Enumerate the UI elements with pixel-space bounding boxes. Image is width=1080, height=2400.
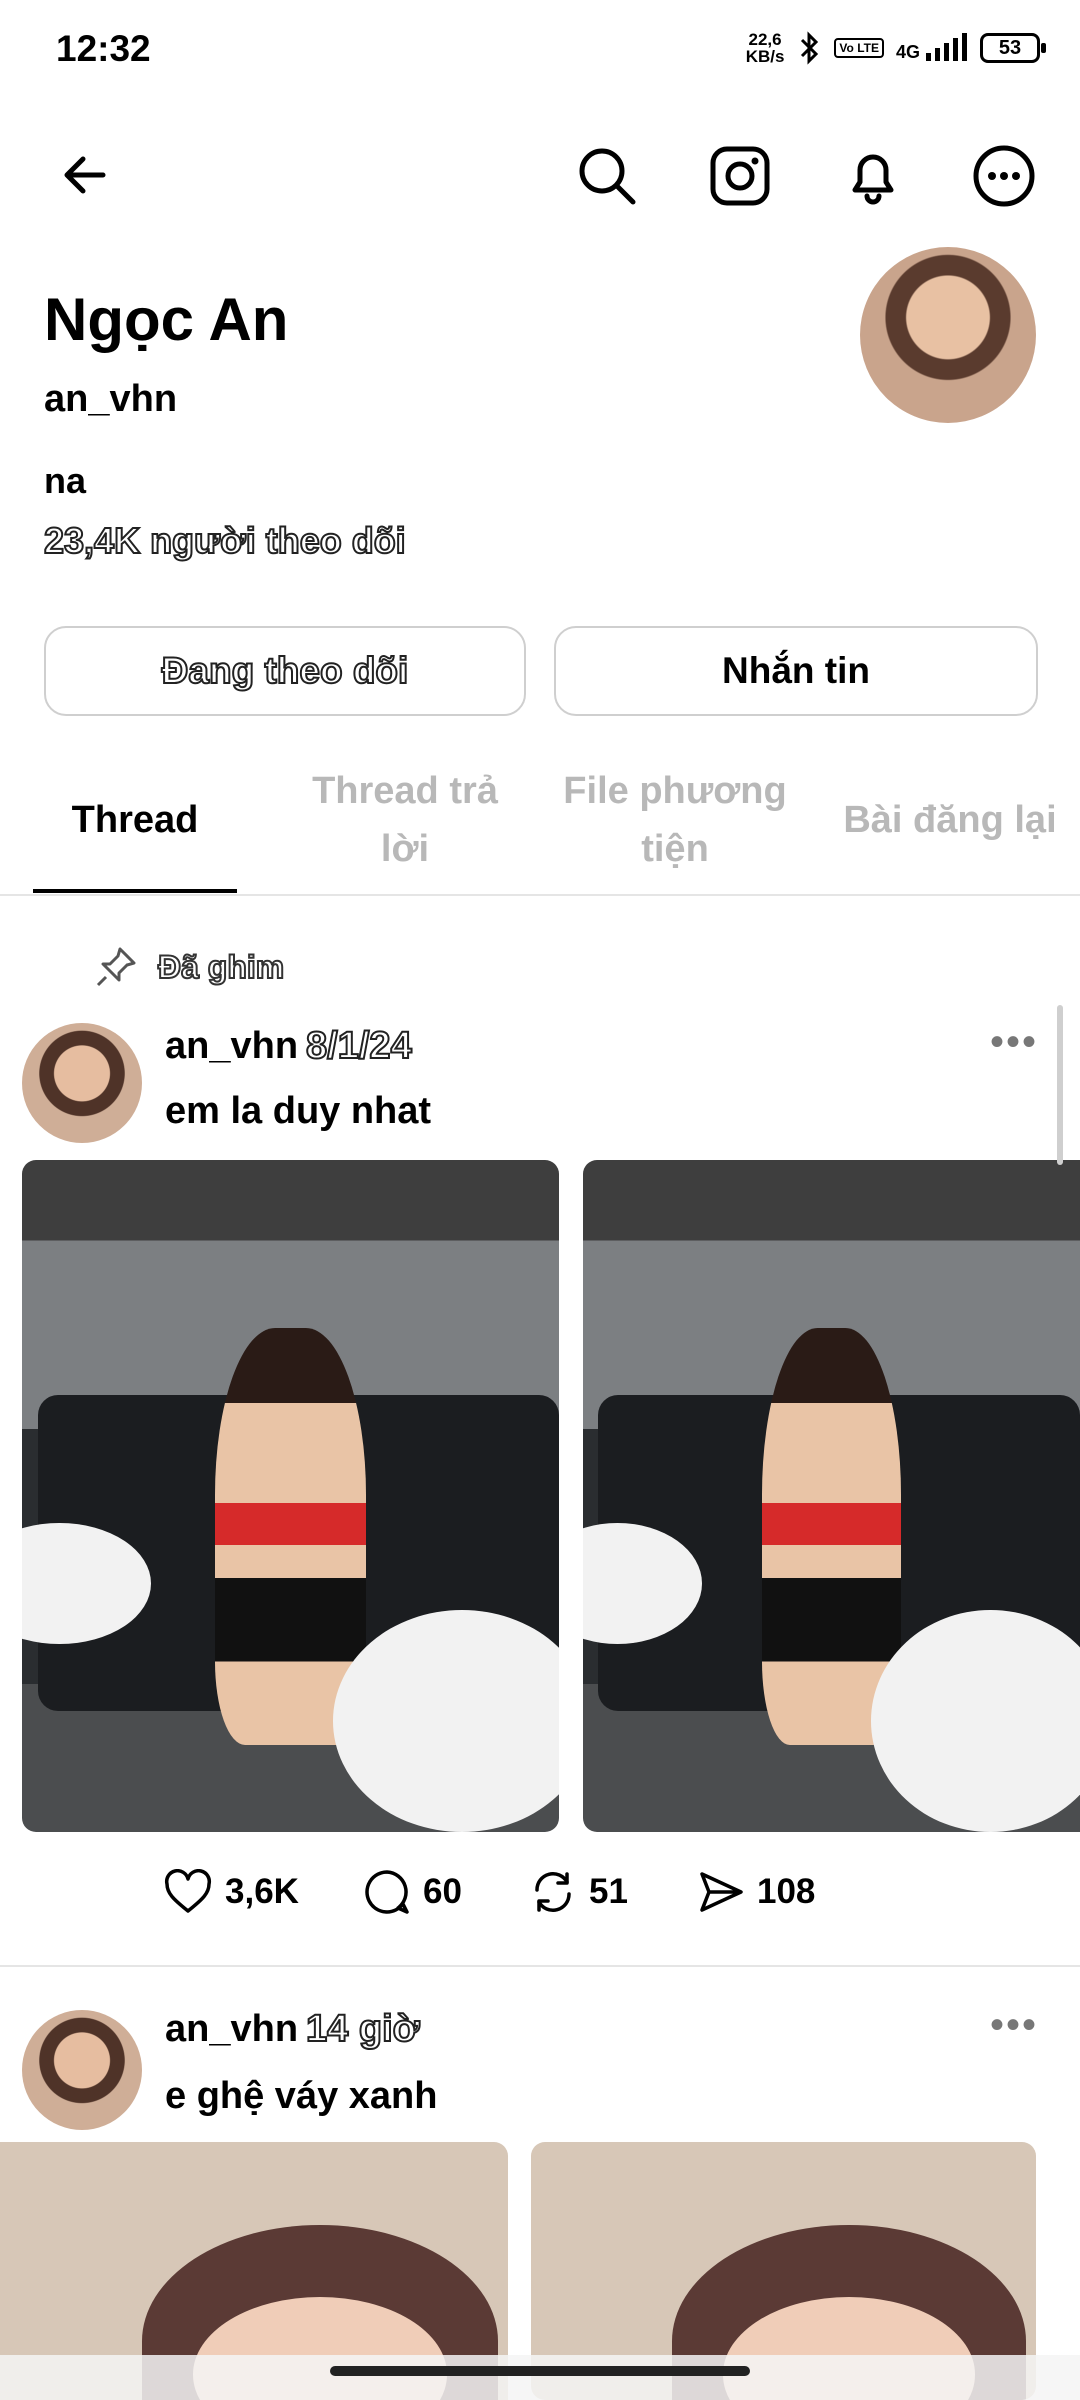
bluetooth-icon [801,31,819,65]
post-text: e ghệ váy xanh [165,2075,438,2117]
gesture-area [0,2355,1080,2400]
comment-icon [365,1870,409,1914]
network-type: 4G [896,33,968,63]
tab-thread-replies-label: Thread trả lời [312,770,498,870]
tab-reposts[interactable]: Bài đăng lại [825,760,1075,880]
network-label: 4G [895,42,920,62]
post-divider [0,1965,1080,1967]
message-button[interactable]: Nhắn tin [554,626,1038,716]
tab-media-label: File phương tiện [563,770,787,870]
post-actions: 3,6K 60 51 108 [163,1868,877,1916]
comment-count: 60 [423,1872,462,1911]
active-tab-indicator [33,889,237,893]
volte-badge: Vo LTE [834,38,884,58]
post-image-1-content [22,1160,559,1832]
post-header: an_vhn 8/1/24 [165,1024,413,1068]
post-image-2[interactable] [583,1160,1080,1832]
post-header: an_vhn 14 giờ [165,2007,421,2051]
search-button[interactable] [567,136,647,216]
tab-thread-replies[interactable]: Thread trả lời [285,760,525,880]
repost-count: 51 [589,1872,628,1911]
more-options-button[interactable] [964,136,1044,216]
post-more-button[interactable]: ••• [990,1020,1038,1065]
message-button-label: Nhắn tin [722,650,870,691]
post-avatar[interactable] [22,2010,142,2130]
signal-icon [926,33,967,61]
tabs-divider [0,894,1080,896]
pinned-indicator: Đã ghim [94,945,285,989]
instagram-button[interactable] [700,136,780,216]
post-text: em la duy nhat [165,1090,432,1132]
battery-indicator: 53 [980,33,1046,63]
like-button[interactable]: 3,6K [163,1869,363,1915]
back-button[interactable] [50,140,120,210]
following-button-label: Đang theo dõi [161,649,410,692]
share-button[interactable]: 108 [697,1868,877,1916]
post-time: 8/1/24 [305,1024,413,1068]
post-more-button[interactable]: ••• [990,2003,1038,2048]
share-count: 108 [757,1872,816,1911]
status-time: 12:32 [56,28,151,69]
repost-icon [535,1872,571,1912]
post-image-2-content [583,1160,1080,1832]
post-time: 14 giờ [305,2007,421,2051]
back-arrow-icon [64,156,106,194]
profile-avatar[interactable] [860,247,1036,423]
search-icon [579,148,636,205]
profile-name: Ngọc An [44,286,289,353]
scrollbar[interactable] [1057,1005,1063,1165]
notifications-button[interactable] [833,136,913,216]
profile-bio: na [44,460,87,501]
post-image-1[interactable] [22,1160,559,1832]
tab-thread-label: Thread [71,799,199,841]
bell-icon [852,154,894,205]
heart-icon [164,1869,212,1913]
instagram-icon [710,146,770,206]
net-speed-value: 22,6 [748,30,782,49]
tab-media[interactable]: File phương tiện [550,760,800,880]
pin-icon [96,947,136,987]
pinned-label: Đã ghim [157,948,285,986]
tab-reposts-label: Bài đăng lại [843,799,1057,841]
status-icons: 22,6 KB/s Vo LTE 4G 53 [746,30,1046,66]
send-icon [700,1872,743,1912]
followers-count[interactable]: 23,4K người theo dõi [43,519,407,562]
repost-button[interactable]: 51 [529,1868,697,1916]
like-count: 3,6K [225,1872,299,1911]
net-speed-unit: KB/s [745,47,785,66]
net-speed: 22,6 KB/s [746,31,785,65]
post-avatar[interactable] [22,1023,142,1143]
following-button[interactable]: Đang theo dõi [44,626,526,716]
more-options-icon [973,145,1035,207]
comment-button[interactable]: 60 [363,1868,529,1916]
post-username[interactable]: an_vhn [165,1025,298,1068]
post-username[interactable]: an_vhn [165,2008,298,2051]
tab-thread[interactable]: Thread [33,760,237,880]
home-indicator[interactable] [330,2366,750,2376]
profile-handle: an_vhn [44,378,178,420]
